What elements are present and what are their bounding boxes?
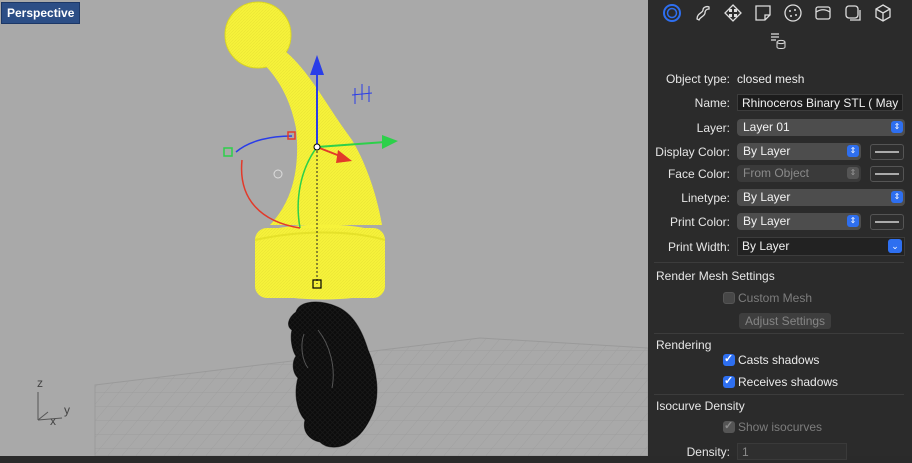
rendering-section-title: Rendering: [656, 338, 712, 352]
viewport-title[interactable]: Perspective: [1, 2, 81, 24]
linetype-value: By Layer: [743, 190, 791, 204]
print-width-label: Print Width:: [667, 240, 730, 254]
chevron-updown-icon: ⇕: [847, 215, 859, 227]
receives-shadows-label: Receives shadows: [738, 375, 839, 389]
custom-mesh-checkbox[interactable]: [723, 292, 735, 304]
cube-icon[interactable]: [872, 2, 894, 24]
render-icon[interactable]: [722, 2, 744, 24]
print-color-value: By Layer: [743, 214, 791, 228]
print-color-swatch[interactable]: [870, 214, 904, 230]
layer-select[interactable]: Layer 01 ⇕: [737, 119, 905, 136]
z-axis-arrow[interactable]: [310, 55, 324, 75]
properties-panel: Object type: closed mesh Name: Rhinocero…: [648, 0, 912, 460]
linetype-select[interactable]: By Layer ⇕: [737, 189, 905, 206]
face-color-value: From Object: [743, 166, 810, 180]
print-color-select[interactable]: By Layer ⇕: [737, 213, 861, 230]
shadow-icon[interactable]: [842, 2, 864, 24]
linetype-row: Linetype: By Layer ⇕: [648, 187, 912, 209]
decal-icon[interactable]: [812, 2, 834, 24]
print-width-combo[interactable]: By Layer ⌄: [737, 237, 905, 256]
display-color-row: Display Color: By Layer ⇕: [648, 141, 912, 163]
database-icon[interactable]: [767, 30, 789, 52]
face-color-label: Face Color:: [667, 167, 730, 181]
display-color-value: By Layer: [743, 144, 791, 158]
name-field[interactable]: Rhinoceros Binary STL ( May 2: [737, 94, 903, 111]
print-color-label: Print Color:: [669, 215, 730, 229]
print-color-row: Print Color: By Layer ⇕: [648, 211, 912, 233]
show-isocurves-checkbox: [723, 419, 735, 433]
panel-tabs: [648, 0, 912, 58]
object-type-label: Object type:: [665, 72, 730, 86]
chevron-updown-icon: ⇕: [847, 167, 859, 179]
curve-icon[interactable]: [692, 2, 714, 24]
casts-shadows-checkbox[interactable]: [723, 352, 735, 366]
chevron-updown-icon: ⇕: [847, 145, 859, 157]
layer-label: Layer:: [696, 121, 730, 135]
adjust-settings-button[interactable]: Adjust Settings: [739, 313, 832, 329]
display-color-label: Display Color:: [655, 145, 730, 159]
chevron-down-icon[interactable]: ⌄: [888, 239, 902, 253]
receives-shadows-checkbox[interactable]: [723, 374, 735, 388]
render-mesh-section-title: Render Mesh Settings: [656, 269, 775, 283]
object-properties-icon[interactable]: [661, 2, 683, 24]
custom-mesh-label: Custom Mesh: [738, 291, 813, 305]
chevron-updown-icon: ⇕: [891, 121, 903, 133]
divider: [654, 394, 904, 395]
layer-value: Layer 01: [743, 120, 790, 134]
casts-shadows-label: Casts shadows: [738, 353, 820, 367]
perspective-viewport[interactable]: Perspective z y x: [0, 0, 648, 456]
density-label: Density:: [686, 445, 730, 459]
show-isocurves-label: Show isocurves: [738, 420, 823, 434]
layer-row: Layer: Layer 01 ⇕: [648, 117, 912, 139]
density-field: 1: [737, 443, 847, 460]
axis-label-y: y: [64, 403, 70, 417]
y-axis-arrow[interactable]: [382, 135, 398, 149]
axis-label-z: z: [37, 376, 43, 390]
density-row: Density: 1: [648, 441, 912, 463]
divider: [654, 333, 904, 334]
display-color-swatch[interactable]: [870, 144, 904, 160]
print-width-value: By Layer: [742, 239, 790, 253]
viewport-canvas[interactable]: [0, 0, 648, 456]
axis-label-x: x: [50, 414, 56, 428]
isocurve-section-title: Isocurve Density: [656, 399, 745, 413]
name-row: Name: Rhinoceros Binary STL ( May 2: [648, 92, 912, 114]
face-color-row: Face Color: From Object ⇕: [648, 163, 912, 185]
object-type-value: closed mesh: [737, 72, 805, 86]
surface-icon[interactable]: [752, 2, 774, 24]
name-label: Name:: [694, 96, 730, 110]
print-width-row: Print Width: By Layer ⌄: [648, 236, 912, 258]
hat-mesh[interactable]: [224, 1, 386, 300]
face-color-swatch: [870, 166, 904, 182]
object-type-row: Object type: closed mesh: [648, 68, 912, 90]
divider: [654, 262, 904, 263]
display-color-select[interactable]: By Layer ⇕: [737, 143, 861, 160]
texture-icon[interactable]: [782, 2, 804, 24]
chevron-updown-icon: ⇕: [891, 191, 903, 203]
face-color-select: From Object ⇕: [737, 165, 861, 182]
linetype-label: Linetype:: [681, 191, 730, 205]
